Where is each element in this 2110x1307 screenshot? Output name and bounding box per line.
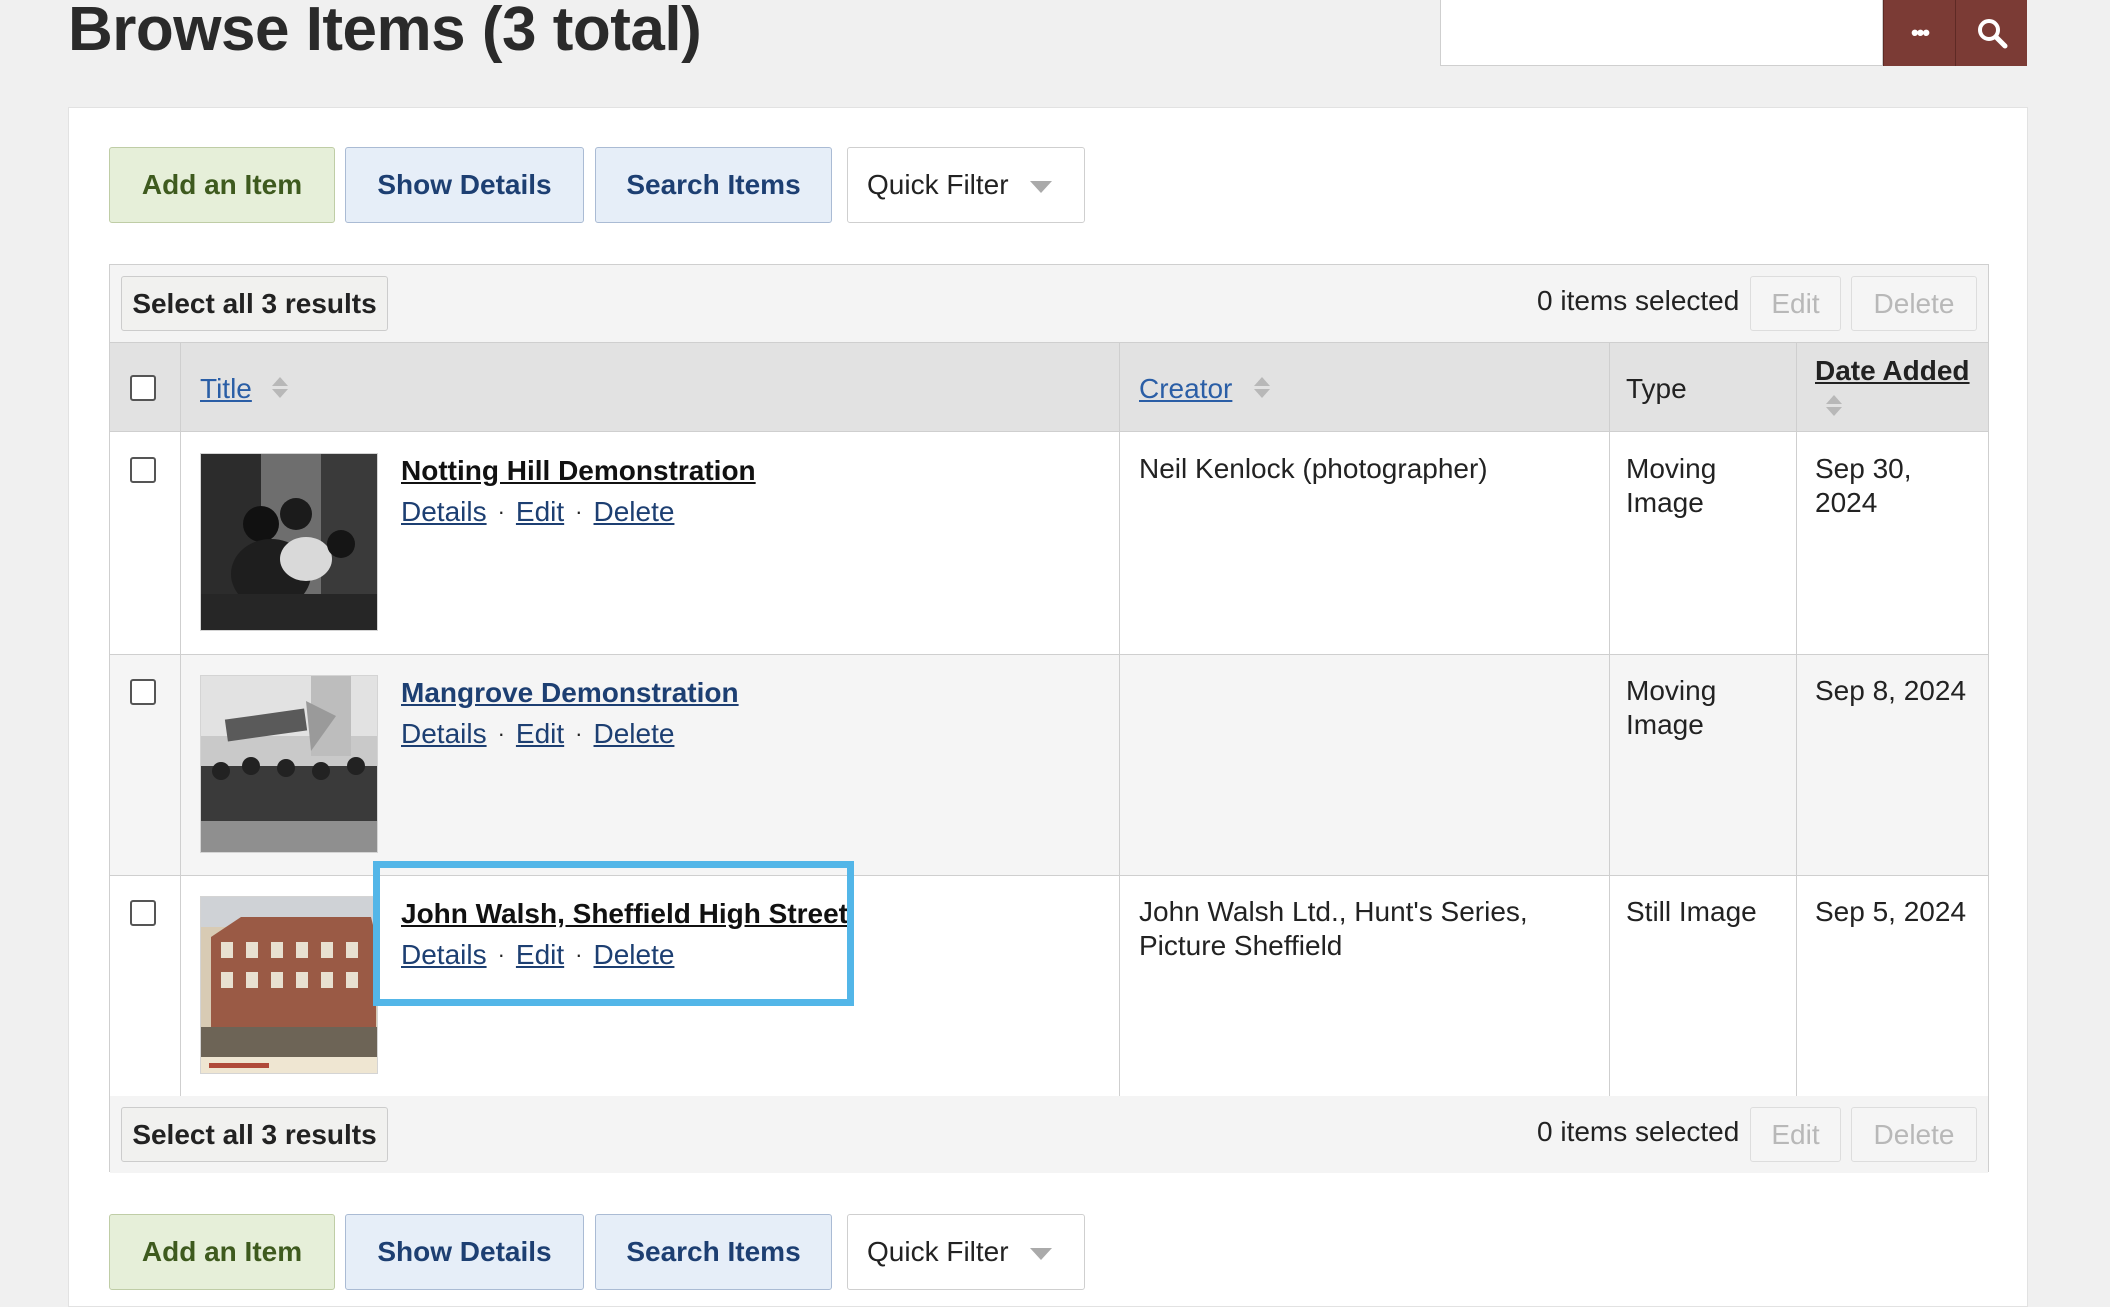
creator-cell: Neil Kenlock (photographer)	[1139, 453, 1488, 484]
row-checkbox[interactable]	[130, 900, 156, 926]
separator-dot: ·	[575, 942, 583, 967]
chevron-down-icon	[1030, 181, 1052, 193]
date-cell: Sep 30, 2024	[1815, 452, 1912, 520]
separator-dot: ·	[497, 942, 505, 967]
date-line: 2024	[1815, 487, 1878, 518]
photo-thumbnail-image	[201, 897, 377, 1073]
separator-dot: ·	[575, 721, 583, 746]
details-link[interactable]: Details	[401, 496, 487, 528]
type-line: Moving	[1626, 675, 1717, 706]
search-input[interactable]	[1440, 0, 1883, 66]
details-link[interactable]: Details	[401, 718, 487, 750]
select-all-checkbox[interactable]	[130, 375, 156, 401]
row-actions: Details · Edit · Delete	[401, 496, 674, 528]
type-cell: Still Image	[1626, 896, 1757, 927]
items-table: Select all 3 results 0 items selected Ed…	[109, 264, 1989, 1173]
table-header: Title Creator Type Date Added	[110, 342, 1988, 432]
add-item-button[interactable]: Add an Item	[109, 147, 335, 223]
edit-link[interactable]: Edit	[516, 718, 564, 750]
batch-delete-button[interactable]: Delete	[1851, 276, 1977, 331]
type-line: Image	[1626, 487, 1704, 518]
search-icon	[1977, 19, 2007, 49]
quick-filter-dropdown[interactable]: Quick Filter	[847, 1214, 1085, 1290]
photo-thumbnail-image	[201, 676, 377, 852]
photo-thumbnail-image	[201, 454, 377, 630]
date-cell: Sep 5, 2024	[1815, 896, 1967, 927]
item-thumbnail[interactable]	[200, 896, 378, 1074]
item-thumbnail[interactable]	[200, 675, 378, 853]
column-header-title[interactable]: Title	[200, 373, 252, 405]
select-all-button[interactable]: Select all 3 results	[121, 276, 388, 331]
edit-link[interactable]: Edit	[516, 496, 564, 528]
row-divider	[110, 875, 1988, 876]
delete-link[interactable]: Delete	[594, 939, 675, 971]
sort-icon[interactable]	[1826, 395, 1842, 417]
type-cell: Moving Image	[1626, 452, 1716, 520]
search-bar: •••	[1440, 0, 2027, 66]
date-cell: Sep 8, 2024	[1815, 674, 1966, 708]
search-options-button[interactable]: •••	[1883, 0, 1955, 66]
column-divider	[180, 342, 181, 1096]
search-submit-button[interactable]	[1955, 0, 2027, 66]
batch-edit-button[interactable]: Edit	[1750, 1107, 1841, 1162]
delete-link[interactable]: Delete	[594, 718, 675, 750]
items-panel: Add an Item Show Details Search Items Qu…	[68, 107, 2028, 1307]
item-thumbnail[interactable]	[200, 453, 378, 631]
type-line: Image	[1626, 709, 1704, 740]
column-divider	[1119, 342, 1120, 1096]
row-actions: Details · Edit · Delete	[401, 939, 674, 971]
item-title-link[interactable]: Notting Hill Demonstration	[401, 455, 756, 487]
column-header-type: Type	[1626, 373, 1687, 404]
selected-count: 0 items selected	[1537, 285, 1740, 316]
show-details-button[interactable]: Show Details	[345, 1214, 584, 1290]
column-divider	[1796, 342, 1797, 1096]
column-divider	[1609, 342, 1610, 1096]
show-details-button[interactable]: Show Details	[345, 147, 584, 223]
date-line: Sep 30,	[1815, 453, 1912, 484]
chevron-down-icon	[1030, 1248, 1052, 1260]
date-line: Sep 8, 2024	[1815, 675, 1967, 706]
details-link[interactable]: Details	[401, 939, 487, 971]
row-actions: Details · Edit · Delete	[401, 718, 674, 750]
quick-filter-label: Quick Filter	[867, 1236, 1009, 1267]
quick-filter-dropdown[interactable]: Quick Filter	[847, 147, 1085, 223]
search-items-button[interactable]: Search Items	[595, 1214, 832, 1290]
separator-dot: ·	[575, 499, 583, 524]
row-checkbox[interactable]	[130, 457, 156, 483]
batch-actions-bottom: Select all 3 results 0 items selected Ed…	[110, 1096, 1988, 1173]
sort-icon[interactable]	[272, 377, 288, 399]
row-divider	[110, 654, 1988, 655]
selected-count: 0 items selected	[1537, 1116, 1740, 1147]
separator-dot: ·	[497, 721, 505, 746]
batch-actions-top: Select all 3 results 0 items selected Ed…	[110, 265, 1988, 342]
edit-link[interactable]: Edit	[516, 939, 564, 971]
sort-icon[interactable]	[1254, 377, 1270, 399]
batch-delete-button[interactable]: Delete	[1851, 1107, 1977, 1162]
page-title: Browse Items (3 total)	[68, 0, 702, 64]
batch-edit-button[interactable]: Edit	[1750, 276, 1841, 331]
item-title-link[interactable]: Mangrove Demonstration	[401, 677, 739, 709]
select-all-button[interactable]: Select all 3 results	[121, 1107, 388, 1162]
item-title-link[interactable]: John Walsh, Sheffield High Street	[401, 898, 848, 930]
type-cell: Moving Image	[1626, 674, 1716, 742]
creator-cell: John Walsh Ltd., Hunt's Series, Picture …	[1139, 895, 1528, 963]
more-options-icon: •••	[1910, 20, 1930, 45]
row-checkbox[interactable]	[130, 679, 156, 705]
creator-line: Picture Sheffield	[1139, 930, 1343, 961]
separator-dot: ·	[497, 499, 505, 524]
column-header-creator[interactable]: Creator	[1139, 373, 1232, 405]
delete-link[interactable]: Delete	[594, 496, 675, 528]
column-header-date-added[interactable]: Date Added	[1815, 355, 1970, 387]
type-line: Moving	[1626, 453, 1717, 484]
search-items-button[interactable]: Search Items	[595, 147, 832, 223]
creator-line: John Walsh Ltd., Hunt's Series,	[1139, 896, 1528, 927]
add-item-button[interactable]: Add an Item	[109, 1214, 335, 1290]
quick-filter-label: Quick Filter	[867, 169, 1009, 200]
